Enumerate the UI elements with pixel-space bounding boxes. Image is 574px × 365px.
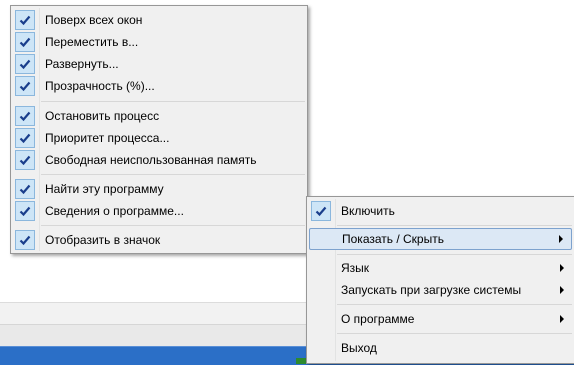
- check-icon: [15, 10, 35, 30]
- menu-item-run-at-startup[interactable]: Запускать при загрузке системы: [309, 279, 572, 301]
- menu-item-about[interactable]: О программе: [309, 308, 572, 330]
- menu-item-label: Поверх всех окон: [45, 13, 143, 27]
- menu-item-free-memory[interactable]: Свободная неиспользованная память: [13, 149, 305, 171]
- menu-item-label: Включить: [341, 204, 395, 218]
- menu-item-transparency[interactable]: Прозрачность (%)...: [13, 75, 305, 97]
- menu-item-label: Прозрачность (%)...: [45, 79, 155, 93]
- menu-item-move-to[interactable]: Переместить в...: [13, 31, 305, 53]
- menu-item-maximize[interactable]: Развернуть...: [13, 53, 305, 75]
- menu-item-label: Приоритет процесса...: [45, 131, 170, 145]
- check-icon: [15, 150, 35, 170]
- menu-item-always-on-top[interactable]: Поверх всех окон: [13, 9, 305, 31]
- menu-separator: [337, 304, 572, 305]
- submenu-arrow-icon: [560, 264, 564, 272]
- check-icon: [15, 106, 35, 126]
- menu-item-exit[interactable]: Выход: [309, 337, 572, 359]
- check-icon: [15, 76, 35, 96]
- menu-item-label: Запускать при загрузке системы: [341, 283, 522, 297]
- menu-separator: [337, 333, 572, 334]
- menu-item-label: Сведения о программе...: [45, 204, 184, 218]
- menu-item-find-program[interactable]: Найти эту программу: [13, 178, 305, 200]
- menu-item-label: Развернуть...: [45, 57, 119, 71]
- menu-item-label: О программе: [341, 312, 415, 326]
- menu-item-stop-process[interactable]: Остановить процесс: [13, 105, 305, 127]
- menu-item-label: Показать / Скрыть: [342, 232, 444, 246]
- menu-item-label: Найти эту программу: [45, 182, 164, 196]
- submenu-arrow-icon: [560, 286, 564, 294]
- menu-item-label: Остановить процесс: [45, 109, 160, 123]
- menu-item-program-info[interactable]: Сведения о программе...: [13, 200, 305, 222]
- menu-item-show-hide[interactable]: Показать / Скрыть: [309, 228, 572, 250]
- menu-item-language[interactable]: Язык: [309, 257, 572, 279]
- menu-separator: [41, 225, 305, 226]
- check-icon: [15, 230, 35, 250]
- menu-item-process-priority[interactable]: Приоритет процесса...: [13, 127, 305, 149]
- check-icon: [15, 32, 35, 52]
- menu-item-label: Отобразить в значок: [45, 233, 161, 247]
- menu-item-label: Язык: [341, 261, 370, 275]
- menu-item-label: Выход: [341, 341, 377, 355]
- menu-separator: [41, 174, 305, 175]
- menu-separator: [337, 225, 572, 226]
- tray-app-icon[interactable]: [296, 358, 306, 364]
- context-menu: Поверх всех окон Переместить в... Развер…: [10, 5, 308, 254]
- check-icon: [311, 201, 331, 221]
- check-icon: [15, 54, 35, 74]
- check-icon: [15, 201, 35, 221]
- check-icon: [15, 179, 35, 199]
- check-icon: [15, 128, 35, 148]
- submenu-arrow-icon: [560, 315, 564, 323]
- menu-item-label: Свободная неиспользованная память: [45, 153, 257, 167]
- submenu-arrow-icon: [559, 235, 563, 243]
- menu-item-enable[interactable]: Включить: [309, 200, 572, 222]
- tray-context-menu: Включить Показать / Скрыть Язык Запускат…: [306, 196, 574, 364]
- menu-separator: [337, 254, 572, 255]
- menu-item-show-as-icon[interactable]: Отобразить в значок: [13, 229, 305, 251]
- menu-item-label: Переместить в...: [45, 35, 139, 49]
- menu-separator: [41, 101, 305, 102]
